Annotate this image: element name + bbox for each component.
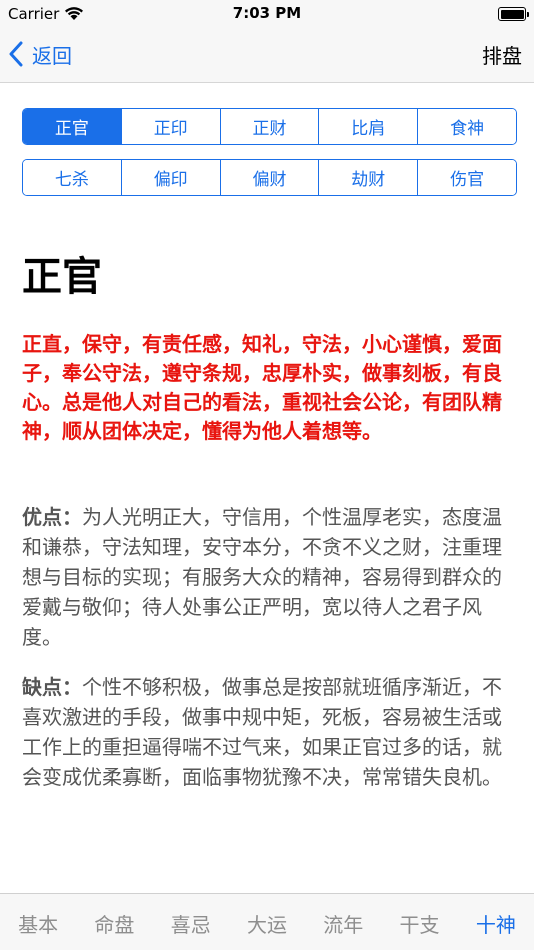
- segment-zhengguan[interactable]: 正官: [23, 109, 122, 144]
- segment-qisha[interactable]: 七杀: [23, 160, 122, 195]
- segment-shishen[interactable]: 食神: [418, 109, 516, 144]
- tab-annual[interactable]: 流年: [305, 894, 381, 950]
- tab-major-luck[interactable]: 大运: [229, 894, 305, 950]
- back-button[interactable]: 返回: [8, 39, 72, 69]
- cons-text: 个性不够积极，做事总是按部就班循序渐近，不喜欢激进的手段，做事中规中矩，死板，容…: [22, 675, 502, 789]
- segment-bijian[interactable]: 比肩: [319, 109, 419, 144]
- pros-paragraph: 优点：为人光明正大，守信用，个性温厚老实，态度温和谦恭，守法知理，安守本分，不贪…: [22, 502, 516, 652]
- pros-text: 为人光明正大，守信用，个性温厚老实，态度温和谦恭，守法知理，安守本分，不贪不义之…: [22, 505, 502, 649]
- navigation-bar: 返回 排盘: [0, 27, 534, 83]
- battery-icon: [498, 7, 529, 21]
- ten-gods-selector-row-1: 正官 正印 正财 比肩 食神: [22, 108, 517, 145]
- ten-gods-selector-row-2: 七杀 偏印 偏财 劫财 伤官: [22, 159, 517, 196]
- segment-pianyin[interactable]: 偏印: [121, 160, 221, 195]
- segment-piancai[interactable]: 偏财: [220, 160, 320, 195]
- cons-label: 缺点：: [22, 675, 82, 699]
- status-time: 7:03 PM: [232, 4, 302, 22]
- summary-text: 正直，保守，有责任感，知礼，守法，小心谨慎，爱面子，奉公守法，遵守条规，忠厚朴实…: [22, 332, 502, 443]
- segment-zhengcai[interactable]: 正财: [220, 109, 320, 144]
- chart-layout-button[interactable]: 排盘: [482, 40, 522, 69]
- segment-zhengyin[interactable]: 正印: [121, 109, 221, 144]
- tab-ten-gods[interactable]: 十神: [458, 894, 534, 950]
- status-bar: Carrier 7:03 PM: [0, 0, 534, 27]
- segment-shangguan[interactable]: 伤官: [418, 160, 516, 195]
- pros-label: 优点：: [22, 505, 82, 529]
- segment-jiecai[interactable]: 劫财: [319, 160, 419, 195]
- tab-favorable[interactable]: 喜忌: [153, 894, 229, 950]
- tab-stems-branches[interactable]: 干支: [381, 894, 457, 950]
- chevron-left-icon: [9, 41, 23, 67]
- tab-bar: 基本 命盘 喜忌 大运 流年 干支 十神: [0, 893, 534, 950]
- tab-chart[interactable]: 命盘: [76, 894, 152, 950]
- detail-title: 正官: [22, 254, 102, 300]
- cons-paragraph: 缺点：个性不够积极，做事总是按部就班循序渐近，不喜欢激进的手段，做事中规中矩，死…: [22, 672, 516, 792]
- tab-basic[interactable]: 基本: [0, 894, 76, 950]
- back-label: 返回: [32, 43, 72, 68]
